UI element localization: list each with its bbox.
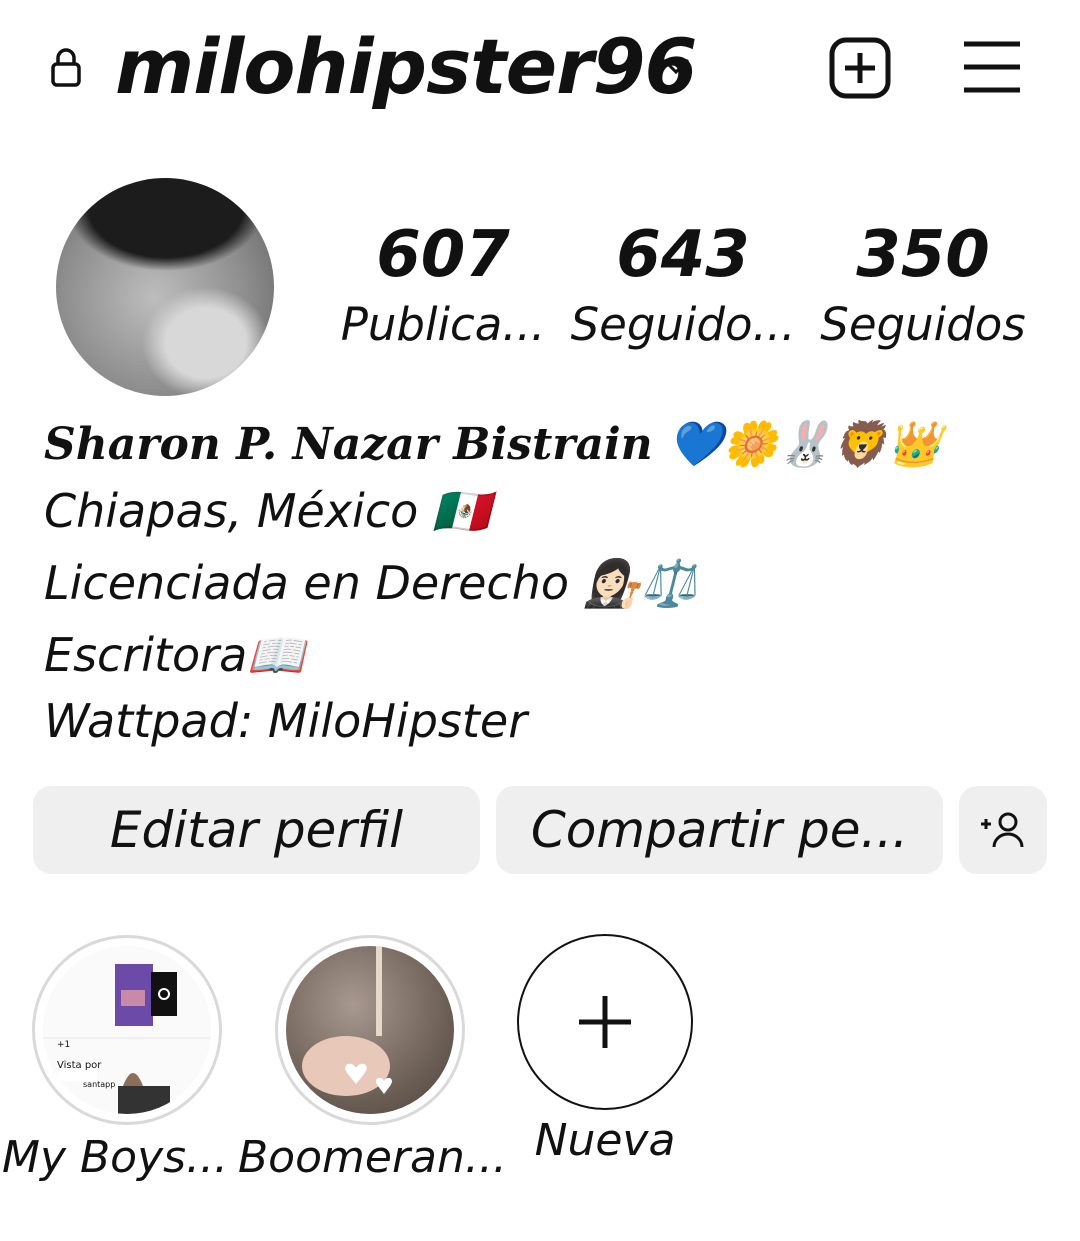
stat-following-label: Seguidos xyxy=(820,298,1026,351)
stat-followers[interactable]: 643 Seguido... xyxy=(568,215,798,355)
profile-avatar[interactable] xyxy=(56,178,274,396)
create-post-icon[interactable] xyxy=(828,36,892,100)
highlight-boomerang-cover xyxy=(286,946,454,1114)
stat-posts-count: 607 xyxy=(376,218,510,292)
bio-profession: Licenciada en Derecho 👩🏻‍⚖️⚖️ xyxy=(44,556,699,610)
highlight-my-boys[interactable]: +1 Vista por santapp xyxy=(32,935,222,1125)
menu-icon[interactable] xyxy=(962,40,1022,94)
plus-icon xyxy=(579,996,631,1048)
highlight-my-boys-cover: +1 Vista por santapp xyxy=(43,946,211,1114)
highlight-preview-count: +1 xyxy=(57,1040,71,1050)
profile-username[interactable]: milohipster96 xyxy=(115,12,697,122)
stat-following[interactable]: 350 Seguidos xyxy=(808,215,1038,355)
bio-wattpad: Wattpad: MiloHipster xyxy=(44,694,528,748)
discover-people-button[interactable] xyxy=(959,786,1047,874)
highlight-preview-views: Vista por xyxy=(57,1060,102,1071)
bio-location: Chiapas, México 🇲🇽 xyxy=(44,484,491,538)
bio-writer: Escritora📖 xyxy=(44,628,305,682)
edit-profile-button[interactable]: Editar perfil xyxy=(33,786,480,874)
share-profile-button[interactable]: Compartir pe... xyxy=(496,786,943,874)
lock-icon xyxy=(50,46,82,88)
new-highlight-label: Nueva xyxy=(534,1115,676,1166)
stat-followers-label: Seguido... xyxy=(570,298,796,351)
chevron-down-icon[interactable] xyxy=(660,52,692,80)
new-highlight-button[interactable] xyxy=(517,934,693,1110)
highlight-my-boys-label: My Boys... xyxy=(1,1132,228,1183)
stat-posts[interactable]: 607 Publica... xyxy=(328,215,558,355)
highlight-boomerang[interactable] xyxy=(275,935,465,1125)
stat-followers-count: 643 xyxy=(616,218,750,292)
highlight-boomerang-label: Boomeran... xyxy=(238,1132,507,1183)
stat-following-count: 350 xyxy=(856,218,990,292)
highlight-preview-app: santapp xyxy=(83,1080,116,1089)
bio-name: Sharon P. Nazar Bistrain 💙🌼🐰🦁👑 xyxy=(44,419,942,470)
add-person-icon xyxy=(981,812,1024,848)
stat-posts-label: Publica... xyxy=(340,298,546,351)
